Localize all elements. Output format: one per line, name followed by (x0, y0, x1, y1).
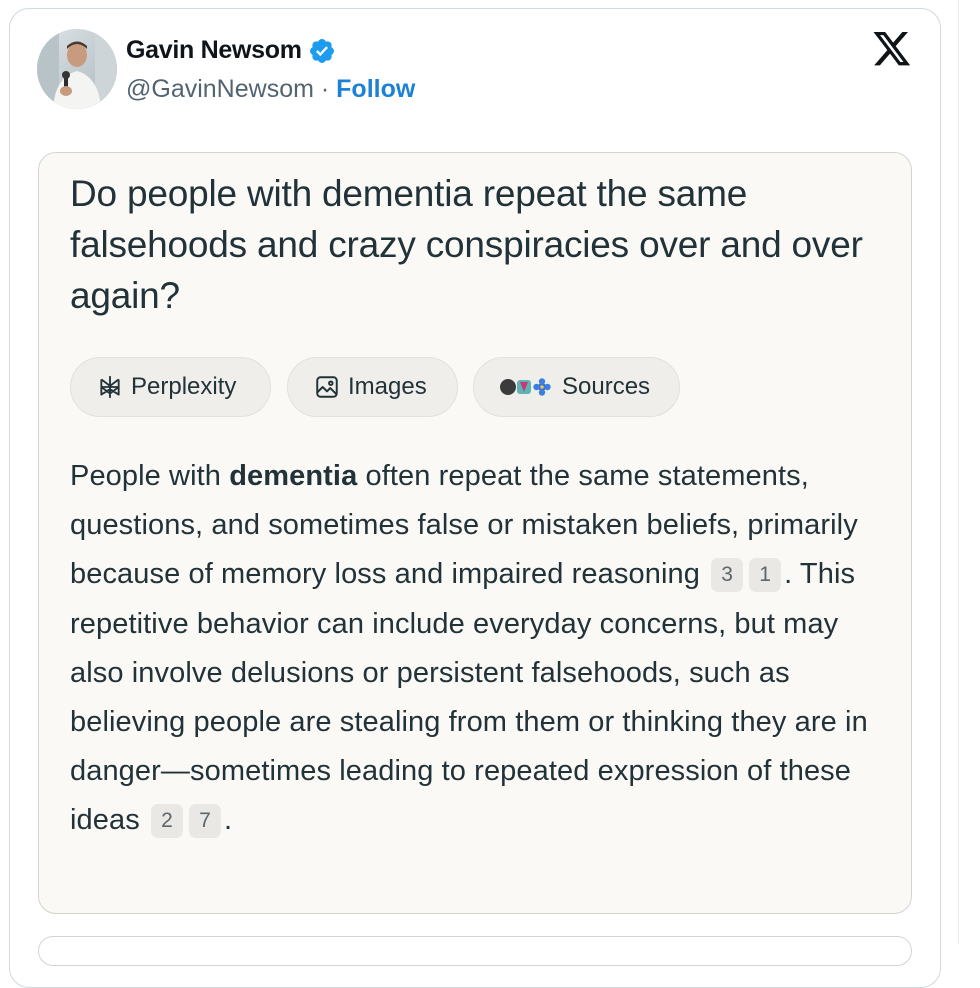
follow-button[interactable]: Follow (336, 75, 415, 104)
chip-label: Perplexity (131, 373, 237, 400)
avatar-photo (37, 29, 117, 109)
avatar[interactable] (37, 29, 117, 109)
image-icon (314, 374, 340, 400)
chip-label: Images (348, 373, 427, 400)
x-logo-icon[interactable] (872, 31, 912, 68)
citation-badge[interactable]: 3 (711, 558, 744, 593)
page-edge-divider (958, 0, 959, 944)
chip-perplexity[interactable]: Perplexity (70, 357, 271, 417)
citation-badge[interactable]: 7 (189, 804, 221, 839)
author-handle[interactable]: @GavinNewsom (126, 75, 314, 104)
answer-part-4: . (224, 804, 233, 837)
chip-label: Sources (562, 373, 651, 400)
handle-separator: · (313, 75, 337, 103)
answer-part-1: People with (70, 460, 230, 492)
verified-badge-icon (309, 38, 334, 63)
citation-badge[interactable]: 2 (151, 804, 183, 839)
next-card-edge (38, 936, 912, 966)
source-favicons-icon (498, 374, 554, 400)
chip-images[interactable]: Images (287, 357, 458, 417)
author-name[interactable]: Gavin Newsom (126, 36, 302, 65)
answer-text: People with dementia often repeat the sa… (70, 452, 890, 846)
chip-sources[interactable]: Sources (473, 357, 680, 417)
handle-row: @GavinNewsom · Follow (126, 75, 415, 104)
answer-part-3: . This repetitive behavior can include e… (70, 558, 868, 837)
answer-bold-term: dementia (229, 460, 358, 492)
citation-badge[interactable]: 1 (749, 558, 782, 593)
perplexity-icon (97, 374, 123, 400)
author-name-row[interactable]: Gavin Newsom (126, 36, 336, 65)
question-heading: Do people with dementia repeat the same … (70, 173, 863, 316)
